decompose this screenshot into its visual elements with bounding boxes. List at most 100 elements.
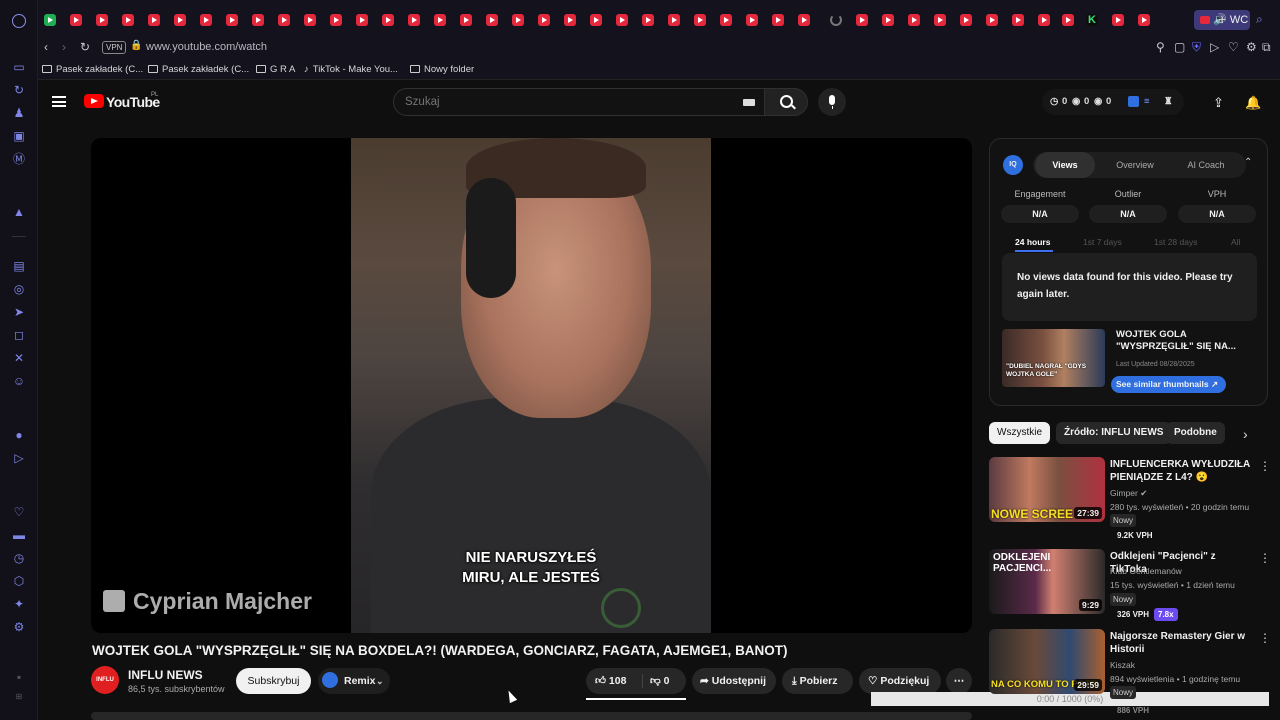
settings-icon[interactable]: ⚙ <box>1246 40 1257 54</box>
tab-favicon[interactable] <box>746 14 758 26</box>
tab-favicon[interactable] <box>278 14 290 26</box>
tab-favicon[interactable] <box>304 14 316 26</box>
reload-icon[interactable]: ↻ <box>80 40 90 54</box>
sidebar-extensions-icon[interactable]: ✦ <box>12 597 26 611</box>
range-28-days[interactable]: 1st 28 days <box>1154 237 1197 247</box>
tab-favicon[interactable] <box>382 14 394 26</box>
see-similar-thumbnails-button[interactable]: See similar thumbnails ↗ <box>1111 376 1226 393</box>
bookmark-folder[interactable]: Pasek zakładek (C... <box>42 64 143 75</box>
tab-favicon[interactable] <box>330 14 342 26</box>
tab-favicon[interactable] <box>668 14 680 26</box>
like-button[interactable]: 👍︎ 108 <box>595 668 626 694</box>
rec-channel[interactable]: Klub Gentlemanów <box>1110 566 1182 576</box>
url-field[interactable]: www.youtube.com/watch <box>146 41 267 53</box>
tab-search-icon[interactable]: ⌕ <box>1256 12 1263 27</box>
tab-loading-icon[interactable] <box>830 14 842 26</box>
opera-logo-icon[interactable] <box>12 14 26 28</box>
tab-favicon[interactable] <box>486 14 498 26</box>
tab-favicon[interactable] <box>252 14 264 26</box>
bookmark-tiktok[interactable]: ♪ TikTok - Make You... <box>304 64 398 75</box>
recommendation-item[interactable]: NOWE SCREE 27:39 INFLUENCERKA WYŁUDZIŁA … <box>989 457 1271 540</box>
thanks-button[interactable]: ♡ Podziękuj <box>859 668 941 694</box>
rec-thumbnail[interactable]: NOWE SCREE 27:39 <box>989 457 1105 522</box>
download-button[interactable]: ⤓ Pobierz <box>782 668 853 694</box>
tab-views[interactable]: Views <box>1035 152 1095 178</box>
range-7-days[interactable]: 1st 7 days <box>1083 237 1122 247</box>
tab-favicon[interactable] <box>564 14 576 26</box>
rec-channel[interactable]: Gimper ✔ <box>1110 488 1147 499</box>
lock-icon[interactable]: 🔒 <box>130 40 142 51</box>
back-arrow-icon[interactable]: ‹ <box>44 40 48 54</box>
tab-favicon[interactable] <box>356 14 368 26</box>
tab-favicon[interactable] <box>798 14 810 26</box>
chip-similar[interactable]: Podobne <box>1166 422 1225 444</box>
chip-all[interactable]: Wszystkie <box>989 422 1050 444</box>
rec-title[interactable]: Najgorsze Remastery Gier w Historii <box>1110 630 1250 656</box>
share-button[interactable]: ➦ Udostępnij <box>692 668 776 694</box>
range-all[interactable]: All <box>1231 237 1240 247</box>
subscribe-button[interactable]: Subskrybuj <box>236 668 311 694</box>
tab-ai-coach[interactable]: AI Coach <box>1169 152 1243 178</box>
range-24-hours[interactable]: 24 hours <box>1015 237 1050 247</box>
recommendation-item[interactable]: NA CO KOMU TO POTE 29:59 Najgorsze Remas… <box>989 629 1268 704</box>
history-clock-icon[interactable]: ◷ <box>12 551 26 565</box>
tab-favicon[interactable] <box>590 14 602 26</box>
sidebar-more-icon[interactable]: ⊞ <box>12 690 26 704</box>
twitch-icon[interactable]: ▤ <box>12 259 26 273</box>
channel-name[interactable]: INFLU NEWS <box>128 668 203 682</box>
sidebar-wallet-icon[interactable]: ▬ <box>12 528 26 542</box>
recommendation-item[interactable]: ODKLEJENI PACJENCI... 9:29 Odklejeni "Pa… <box>989 549 1271 629</box>
settings-gear-icon[interactable]: ⚙ <box>12 620 26 634</box>
tab-favicon[interactable] <box>720 14 732 26</box>
tab-favicon[interactable] <box>200 14 212 26</box>
sidebar-m-icon[interactable]: Ⓜ <box>12 152 26 166</box>
instagram-icon[interactable]: ◻ <box>12 328 26 342</box>
description-box[interactable] <box>91 712 972 720</box>
favorites-heart-icon[interactable]: ♡ <box>12 505 26 519</box>
snapshot-icon[interactable]: ▢ <box>1174 40 1185 54</box>
new-tab-plus-icon[interactable]: + <box>1218 11 1226 27</box>
video-player[interactable]: NIE NARUSZYŁEŚ MIRU, ALE JESTEŚ Cyprian … <box>91 138 972 633</box>
tab-favicon[interactable] <box>70 14 82 26</box>
tab-favicon[interactable] <box>986 14 998 26</box>
tab-favicon[interactable] <box>616 14 628 26</box>
upload-icon[interactable]: ⇪ <box>1213 95 1224 111</box>
bookmark-folder[interactable]: Pasek zakładek (C... <box>148 64 249 75</box>
tab-favicon[interactable] <box>772 14 784 26</box>
sidebar-chat-icon[interactable]: ▭ <box>12 60 26 74</box>
more-vert-icon[interactable]: ⋮ <box>1259 459 1271 473</box>
tab-favicon[interactable] <box>538 14 550 26</box>
dislike-button[interactable]: 👎︎ 0 <box>650 668 669 694</box>
tab-overview[interactable]: Overview <box>1103 152 1167 178</box>
messenger-icon[interactable]: ◎ <box>12 282 26 296</box>
sidebar-bot-icon[interactable]: ♟ <box>12 106 26 120</box>
chevron-right-icon[interactable]: › <box>1243 426 1248 442</box>
tab-favicon[interactable] <box>122 14 134 26</box>
rec-thumbnail[interactable]: ODKLEJENI PACJENCI... 9:29 <box>989 549 1105 614</box>
collapse-chevron-icon[interactable]: ⌃ <box>1244 157 1252 168</box>
more-vert-icon[interactable]: ⋮ <box>1259 551 1271 565</box>
tab-favicon[interactable] <box>434 14 446 26</box>
tab-favicon[interactable] <box>960 14 972 26</box>
bookmark-folder[interactable]: G R A <box>256 64 295 75</box>
tab-favicon[interactable] <box>1012 14 1024 26</box>
heart-icon[interactable]: ♡ <box>1228 40 1239 54</box>
menu-icon[interactable] <box>52 96 66 107</box>
player-send-icon[interactable]: ▷ <box>1210 40 1219 54</box>
voice-search-button[interactable] <box>818 88 846 116</box>
rec-title[interactable]: INFLUENCERKA WYŁUDZIŁA PIENIĄDZE Z L4? 😮 <box>1110 458 1250 484</box>
tab-favicon[interactable] <box>1062 14 1074 26</box>
tab-favicon[interactable] <box>96 14 108 26</box>
sidebar-aria-icon[interactable]: ▲ <box>12 205 26 219</box>
sidebar-refresh-icon[interactable]: ↻ <box>12 83 26 97</box>
youtube-logo-icon[interactable] <box>84 94 104 108</box>
tab-favicon[interactable] <box>1138 14 1150 26</box>
player-icon[interactable]: ▷ <box>12 451 26 465</box>
bookmark-folder[interactable]: Nowy folder <box>410 64 474 75</box>
discord-icon[interactable]: ☺ <box>12 374 26 388</box>
tab-favicon[interactable] <box>908 14 920 26</box>
sidebar-box-icon[interactable]: ⬡ <box>12 574 26 588</box>
pin-icon[interactable]: ⚲ <box>1156 40 1165 54</box>
rec-thumbnail[interactable]: NA CO KOMU TO POTE 29:59 <box>989 629 1105 694</box>
more-actions-icon[interactable]: ⋯ <box>946 668 972 694</box>
